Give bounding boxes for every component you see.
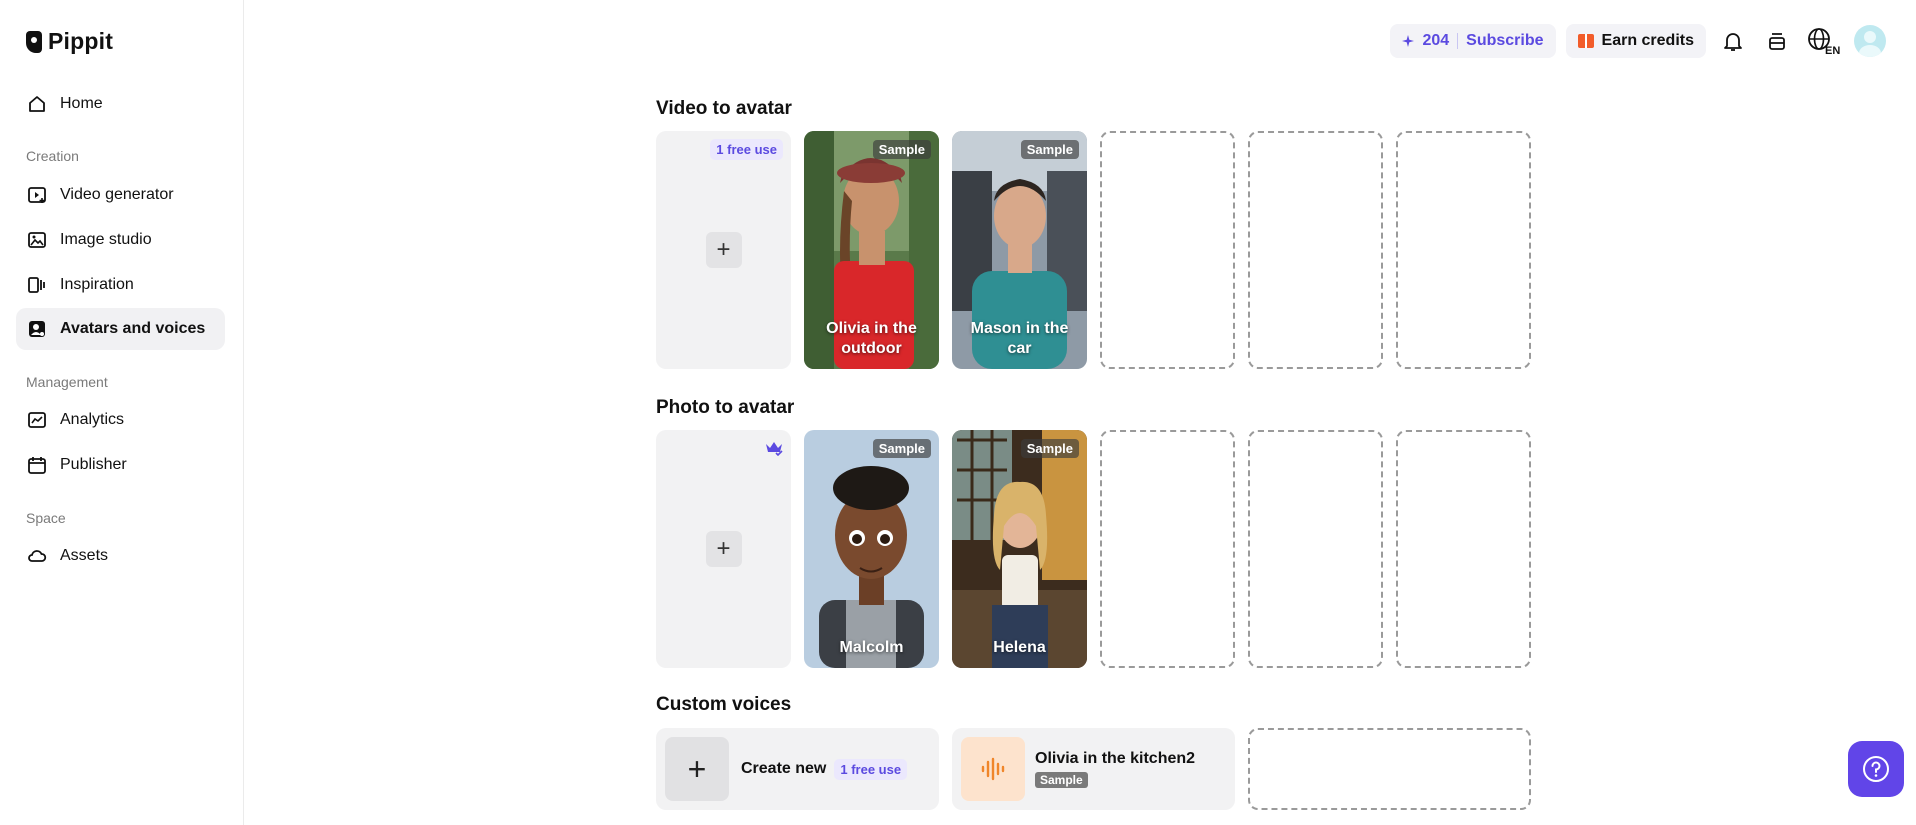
- sidebar-item-label: Home: [60, 95, 103, 112]
- avatar-icon: [26, 318, 48, 340]
- empty-voice-slot: [1248, 728, 1531, 810]
- add-video-avatar-card[interactable]: 1 free use +: [656, 131, 791, 369]
- voice-card-olivia-kitchen2[interactable]: Olivia in the kitchen2 Sample: [952, 728, 1235, 810]
- sample-badge: Sample: [872, 140, 931, 159]
- sidebar: Pippit Home Creation Video generator Ima…: [0, 0, 244, 825]
- avatar-name: Helena: [993, 639, 1046, 656]
- sample-badge: Sample: [872, 439, 931, 458]
- inbox-button[interactable]: [1760, 24, 1794, 58]
- plus-icon: +: [705, 531, 742, 567]
- sidebar-item-publisher[interactable]: Publisher: [16, 444, 225, 486]
- empty-avatar-slot: [1396, 430, 1531, 668]
- analytics-icon: [26, 409, 48, 431]
- create-new-label: Create new: [741, 760, 827, 777]
- language-code: EN: [1825, 45, 1840, 56]
- sidebar-item-label: Image studio: [60, 231, 152, 248]
- video-plus-icon: [26, 184, 48, 206]
- sample-badge: Sample: [1020, 439, 1079, 458]
- section-title-photo-to-avatar: Photo to avatar: [656, 397, 795, 418]
- sidebar-item-assets[interactable]: Assets: [16, 535, 225, 577]
- empty-avatar-slot: [1100, 131, 1235, 369]
- help-button[interactable]: [1848, 741, 1904, 797]
- avatar-card-malcolm[interactable]: Sample Malcolm: [804, 430, 939, 668]
- sidebar-item-image-studio[interactable]: Image studio: [16, 219, 225, 261]
- divider: [1457, 33, 1459, 49]
- brand-logo[interactable]: Pippit: [26, 28, 113, 55]
- help-icon: [1863, 756, 1889, 782]
- credits-subscribe-pill[interactable]: 204 Subscribe: [1390, 24, 1556, 58]
- premium-crown-icon: [766, 442, 783, 456]
- language-selector[interactable]: EN: [1804, 24, 1844, 58]
- image-icon: [26, 229, 48, 251]
- empty-avatar-slot: [1100, 430, 1235, 668]
- sidebar-item-home[interactable]: Home: [16, 83, 225, 125]
- voice-name: Olivia in the kitchen2: [1035, 750, 1196, 767]
- bell-icon: [1724, 33, 1742, 51]
- sidebar-item-inspiration[interactable]: Inspiration: [16, 264, 225, 306]
- free-use-badge: 1 free use: [710, 139, 783, 160]
- sample-badge: Sample: [1035, 772, 1088, 788]
- globe-icon: EN: [1808, 28, 1840, 56]
- gift-icon: [1577, 34, 1594, 48]
- sidebar-item-label: Avatars and voices: [60, 320, 206, 337]
- helena-thumbnail: [952, 430, 1087, 668]
- stack-icon: [1769, 33, 1785, 50]
- avatar-name: Olivia in the outdoor: [826, 320, 917, 357]
- section-title-custom-voices: Custom voices: [656, 694, 792, 715]
- avatar-name: Mason in the car: [970, 320, 1069, 357]
- notifications-button[interactable]: [1716, 24, 1750, 58]
- empty-avatar-slot: [1396, 131, 1531, 369]
- credits-count: 204: [1422, 32, 1450, 49]
- sidebar-item-label: Assets: [60, 547, 109, 564]
- inspiration-icon: [26, 274, 48, 296]
- sidebar-item-label: Video generator: [60, 186, 174, 203]
- top-bar: 204 Subscribe Earn credits EN: [1390, 24, 1886, 58]
- section-label-creation: Creation: [26, 148, 79, 164]
- free-use-badge: 1 free use: [834, 758, 908, 780]
- sparkle-icon: [1402, 35, 1415, 47]
- user-avatar[interactable]: [1854, 25, 1886, 57]
- pippit-logo-icon: [26, 30, 42, 53]
- empty-avatar-slot: [1248, 131, 1383, 369]
- avatar-card-olivia-outdoor[interactable]: Sample Olivia in the outdoor: [804, 131, 939, 369]
- sidebar-item-label: Publisher: [60, 456, 127, 473]
- earn-credits-label: Earn credits: [1601, 32, 1694, 49]
- avatar-card-mason-car[interactable]: Sample Mason in the car: [952, 131, 1087, 369]
- section-title-video-to-avatar: Video to avatar: [656, 98, 792, 119]
- add-photo-avatar-card[interactable]: +: [656, 430, 791, 668]
- calendar-icon: [26, 454, 48, 476]
- earn-credits-button[interactable]: Earn credits: [1565, 24, 1706, 58]
- avatar-card-helena[interactable]: Sample Helena: [952, 430, 1087, 668]
- create-new-voice-card[interactable]: + Create new 1 free use: [656, 728, 939, 810]
- section-label-management: Management: [26, 374, 108, 390]
- empty-avatar-slot: [1248, 430, 1383, 668]
- sidebar-item-label: Analytics: [60, 411, 125, 428]
- subscribe-link[interactable]: Subscribe: [1466, 32, 1543, 50]
- sidebar-item-label: Inspiration: [60, 276, 134, 293]
- home-icon: [26, 93, 48, 115]
- avatar-name: Malcolm: [839, 639, 904, 656]
- brand-name: Pippit: [48, 28, 114, 54]
- plus-icon: +: [705, 232, 742, 268]
- sidebar-item-avatars-and-voices[interactable]: Avatars and voices: [16, 308, 225, 350]
- cloud-icon: [26, 545, 48, 567]
- sidebar-item-video-generator[interactable]: Video generator: [16, 174, 225, 216]
- sample-badge: Sample: [1020, 140, 1079, 159]
- sidebar-item-analytics[interactable]: Analytics: [16, 399, 225, 441]
- plus-icon: +: [665, 737, 729, 801]
- malcolm-thumbnail: [804, 430, 939, 668]
- waveform-icon: [961, 737, 1025, 801]
- section-label-space: Space: [26, 510, 66, 526]
